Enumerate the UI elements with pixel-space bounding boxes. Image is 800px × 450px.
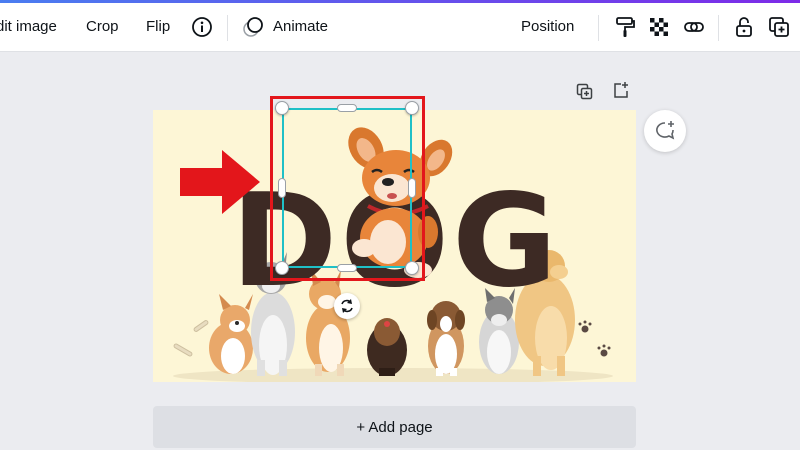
red-highlight-box: [270, 96, 425, 281]
position-button[interactable]: Position: [521, 17, 574, 37]
rotate-icon: [341, 299, 353, 313]
toolbar-divider: [598, 15, 599, 41]
unlock-icon[interactable]: [732, 15, 756, 39]
copy-style-icon[interactable]: [767, 15, 791, 39]
paint-roller-icon[interactable]: [613, 15, 637, 39]
editor-toolbar: dit image Crop Flip Animate Position: [0, 3, 800, 52]
add-comment-button[interactable]: [644, 110, 686, 152]
info-icon[interactable]: [190, 15, 214, 39]
animate-button[interactable]: Animate: [273, 17, 328, 37]
crop-button[interactable]: Crop: [86, 17, 119, 37]
rotate-button[interactable]: [334, 293, 360, 319]
animate-icon[interactable]: [241, 15, 265, 39]
toolbar-divider: [227, 15, 228, 41]
duplicate-page-icon[interactable]: [574, 81, 596, 103]
add-page-button[interactable]: + Add page: [153, 406, 636, 448]
red-pointer-arrow: [180, 150, 260, 214]
flip-button[interactable]: Flip: [146, 17, 170, 37]
add-page-icon[interactable]: [610, 79, 632, 101]
toolbar-divider: [718, 15, 719, 41]
transparency-icon[interactable]: [647, 15, 671, 39]
edit-image-button[interactable]: dit image: [0, 17, 57, 37]
link-icon[interactable]: [682, 15, 706, 39]
add-comment-icon: [656, 121, 675, 140]
